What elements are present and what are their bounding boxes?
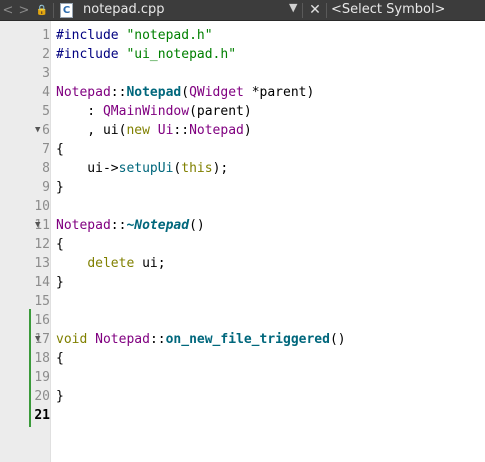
line-number: 9: [42, 180, 50, 195]
open-document-selector[interactable]: notepad.cpp: [83, 2, 165, 17]
toolbar-divider: [53, 3, 54, 18]
line-number: 5: [42, 104, 50, 119]
line-number: 13: [34, 256, 50, 271]
line-number: 15: [34, 294, 50, 309]
forward-button[interactable]: >: [16, 0, 32, 21]
line-number: 19: [34, 370, 50, 385]
line-number: 4: [42, 85, 50, 100]
toolbar-divider: [326, 3, 327, 18]
code-line: ui->setupUi(this);: [56, 161, 229, 176]
fold-arrow-icon[interactable]: ▼: [35, 121, 40, 140]
back-arrow-icon: <: [2, 3, 14, 18]
line-number: 16: [34, 313, 50, 328]
symbol-selector[interactable]: <Select Symbol>: [331, 2, 445, 17]
code-line: {: [56, 142, 64, 157]
line-number: 1: [42, 28, 50, 43]
line-number: 8: [42, 161, 50, 176]
fold-arrow-icon[interactable]: ▼: [35, 216, 40, 235]
code-line: Notepad::Notepad(QWidget *parent): [56, 85, 315, 100]
back-button[interactable]: <: [0, 0, 16, 21]
forward-arrow-icon: >: [18, 3, 30, 18]
code-line: Notepad::~Notepad(): [56, 218, 205, 233]
line-number: 3: [42, 66, 50, 81]
code-line: void Notepad::on_new_file_triggered(): [56, 332, 346, 347]
code-line: : QMainWindow(parent): [56, 104, 252, 119]
line-number: 10: [34, 199, 50, 214]
close-document-button[interactable]: ✕: [306, 0, 324, 21]
code-line: }: [56, 389, 64, 404]
code-line: {: [56, 237, 64, 252]
line-number: 7: [42, 142, 50, 157]
cpp-file-icon: C: [60, 3, 73, 18]
chevron-down-icon[interactable]: ▼: [289, 1, 297, 14]
fold-arrow-icon[interactable]: ▼: [35, 330, 40, 349]
line-number: 20: [34, 389, 50, 404]
code-line: delete ui;: [87, 256, 166, 271]
line-number: 2: [42, 47, 50, 62]
code-line: , ui(new Ui::Notepad): [56, 123, 252, 138]
code-line: #include "notepad.h": [56, 28, 213, 43]
toolbar-divider: [302, 3, 303, 18]
current-line-number: 21: [34, 408, 50, 423]
line-number: 14: [34, 275, 50, 290]
editor-toolbar: < > 🔒 C notepad.cpp ▼ ✕ <Select Symbol>: [0, 0, 485, 21]
code-line: }: [56, 180, 64, 195]
line-number: 12: [34, 237, 50, 252]
code-line: #include "ui_notepad.h": [56, 47, 237, 62]
line-number-gutter[interactable]: 1 2 3 4 5 6 7 8 9 10 11 12 13 14 15 16 1…: [0, 21, 50, 462]
lock-icon[interactable]: 🔒: [34, 0, 50, 21]
line-number: 18: [34, 351, 50, 366]
code-line: }: [56, 275, 64, 290]
gutter-divider: [50, 21, 51, 462]
code-line: {: [56, 351, 64, 366]
